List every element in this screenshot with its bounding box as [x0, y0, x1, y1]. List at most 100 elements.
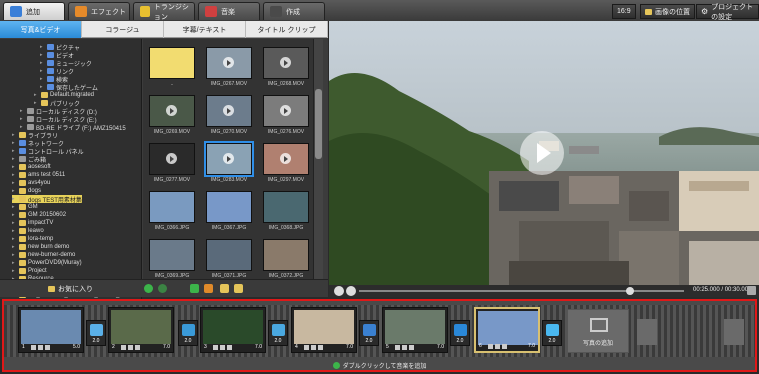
media-thumbnail[interactable] [149, 143, 195, 175]
volume-icon[interactable] [135, 345, 140, 350]
media-thumbnail[interactable] [149, 95, 195, 127]
subtab-0[interactable]: 写真&ビデオ [0, 21, 82, 38]
expand-arrow-icon[interactable]: ▸ [40, 68, 45, 74]
storyboard-clip[interactable]: 5 7.0 [382, 307, 448, 353]
edit-icon[interactable] [304, 345, 309, 350]
music-track-hint[interactable]: ダブルクリックして音楽を追加 [4, 359, 755, 371]
tab-2[interactable]: トランジション [133, 2, 195, 21]
tab-1[interactable]: エフェクト [68, 2, 130, 20]
expand-arrow-icon[interactable]: ▸ [12, 132, 17, 138]
tree-item[interactable]: ▸ GM [12, 203, 38, 211]
expand-arrow-icon[interactable]: ▸ [12, 140, 17, 146]
media-thumbnail[interactable] [263, 47, 309, 79]
expand-arrow-icon[interactable]: ▸ [12, 244, 17, 250]
image-position-button[interactable]: 画像の位置 [640, 4, 695, 19]
audio-icon[interactable] [311, 345, 316, 350]
download-icon[interactable] [190, 284, 199, 293]
volume-icon[interactable] [318, 345, 323, 350]
play-overlay-icon[interactable] [520, 131, 564, 175]
media-thumbnail[interactable] [206, 95, 252, 127]
media-thumbnail[interactable] [149, 191, 195, 223]
thumbnail-scrollbar[interactable] [313, 39, 323, 297]
expand-arrow-icon[interactable]: ▸ [34, 100, 39, 106]
media-thumbnail[interactable] [263, 95, 309, 127]
tab-4[interactable]: 作成 [263, 2, 325, 20]
tree-item[interactable]: ▸ impactTV [12, 219, 53, 227]
tree-item[interactable]: ▸ new-burner-demo [12, 251, 75, 259]
expand-arrow-icon[interactable]: ▸ [40, 52, 45, 58]
expand-arrow-icon[interactable]: ▸ [12, 228, 17, 234]
media-thumbnail[interactable] [149, 47, 195, 79]
media-thumbnail[interactable] [263, 191, 309, 223]
volume-icon[interactable] [409, 345, 414, 350]
seek-track[interactable] [359, 287, 684, 295]
storyboard-clip[interactable]: 3 7.0 [200, 307, 266, 353]
expand-arrow-icon[interactable]: ▸ [12, 196, 17, 202]
video-preview[interactable] [329, 21, 759, 285]
media-thumbnail[interactable] [263, 239, 309, 271]
folder-up-icon[interactable] [220, 284, 229, 293]
tree-item[interactable]: ▸ new burn demo [12, 243, 69, 251]
edit-icon[interactable] [121, 345, 126, 350]
expand-arrow-icon[interactable]: ▸ [34, 92, 39, 98]
tree-item[interactable]: ▸ GM 20150602 [12, 211, 66, 219]
home-icon[interactable] [204, 284, 213, 293]
audio-icon[interactable] [38, 345, 43, 350]
storyboard-clip[interactable]: 2 7.0 [108, 307, 174, 353]
media-thumbnail[interactable] [206, 239, 252, 271]
tree-item[interactable]: ▸ lora-temp [12, 235, 53, 243]
expand-arrow-icon[interactable]: ▸ [12, 172, 17, 178]
media-thumbnail[interactable] [206, 191, 252, 223]
expand-arrow-icon[interactable]: ▸ [12, 220, 17, 226]
expand-arrow-icon[interactable]: ▸ [12, 252, 17, 258]
tree-item[interactable]: ▸ PowerDVD9(Muray) [12, 259, 82, 267]
expand-arrow-icon[interactable]: ▸ [12, 156, 17, 162]
add-photo-button[interactable]: 写真の追加 [567, 309, 629, 353]
tree-item[interactable]: ▸ コントロール パネル [12, 147, 84, 156]
expand-arrow-icon[interactable]: ▸ [12, 188, 17, 194]
media-thumbnail[interactable] [263, 143, 309, 175]
sync-icon[interactable] [158, 284, 167, 293]
aspect-ratio-button[interactable]: 16:9 [612, 4, 636, 19]
tab-3[interactable]: 音楽 [198, 2, 260, 20]
transition-slot[interactable]: 2.0 [178, 320, 198, 346]
play-icon[interactable] [334, 286, 344, 296]
expand-arrow-icon[interactable]: ▸ [12, 204, 17, 210]
audio-icon[interactable] [220, 345, 225, 350]
expand-arrow-icon[interactable]: ▸ [12, 164, 17, 170]
seek-handle[interactable] [625, 287, 634, 295]
edit-icon[interactable] [213, 345, 218, 350]
expand-arrow-icon[interactable]: ▸ [40, 76, 45, 82]
storyboard-clip[interactable]: 4 7.0 [291, 307, 357, 353]
subtab-2[interactable]: 字幕/テキスト [164, 21, 246, 38]
edit-icon[interactable] [31, 345, 36, 350]
transition-slot[interactable]: 2.0 [359, 320, 379, 346]
expand-arrow-icon[interactable]: ▸ [12, 212, 17, 218]
tree-item[interactable]: ▸ 保存したゲーム [40, 83, 98, 92]
transition-slot[interactable]: 2.0 [268, 320, 288, 346]
audio-icon[interactable] [495, 344, 500, 349]
tab-0[interactable]: 追加 [3, 2, 65, 20]
expand-arrow-icon[interactable]: ▸ [20, 116, 25, 122]
expand-arrow-icon[interactable]: ▸ [20, 124, 25, 130]
project-settings-button[interactable]: ⚙ プロジェクトの設定 [696, 4, 759, 21]
volume-icon[interactable] [502, 344, 507, 349]
expand-arrow-icon[interactable]: ▸ [40, 84, 45, 90]
transition-slot[interactable]: 2.0 [86, 320, 106, 346]
tree-item[interactable]: ▸ aosesoft [12, 163, 51, 171]
media-thumbnail[interactable] [149, 239, 195, 271]
audio-icon[interactable] [402, 345, 407, 350]
expand-arrow-icon[interactable]: ▸ [12, 236, 17, 242]
expand-arrow-icon[interactable]: ▸ [12, 148, 17, 154]
subtab-1[interactable]: コラージュ [82, 21, 164, 38]
tree-item[interactable]: ▸ Project [12, 267, 47, 275]
favorites-button[interactable]: お気に入り [48, 283, 93, 295]
storyboard-clip[interactable]: 1 5.0 [18, 307, 84, 353]
storyboard-clip[interactable]: 6 7.0 [474, 307, 540, 353]
volume-icon[interactable] [45, 345, 50, 350]
volume-icon[interactable] [227, 345, 232, 350]
subtab-3[interactable]: タイトル クリップ [246, 21, 328, 38]
expand-arrow-icon[interactable]: ▸ [12, 260, 17, 266]
transition-slot[interactable]: 2.0 [450, 320, 470, 346]
new-folder-icon[interactable] [234, 284, 243, 293]
